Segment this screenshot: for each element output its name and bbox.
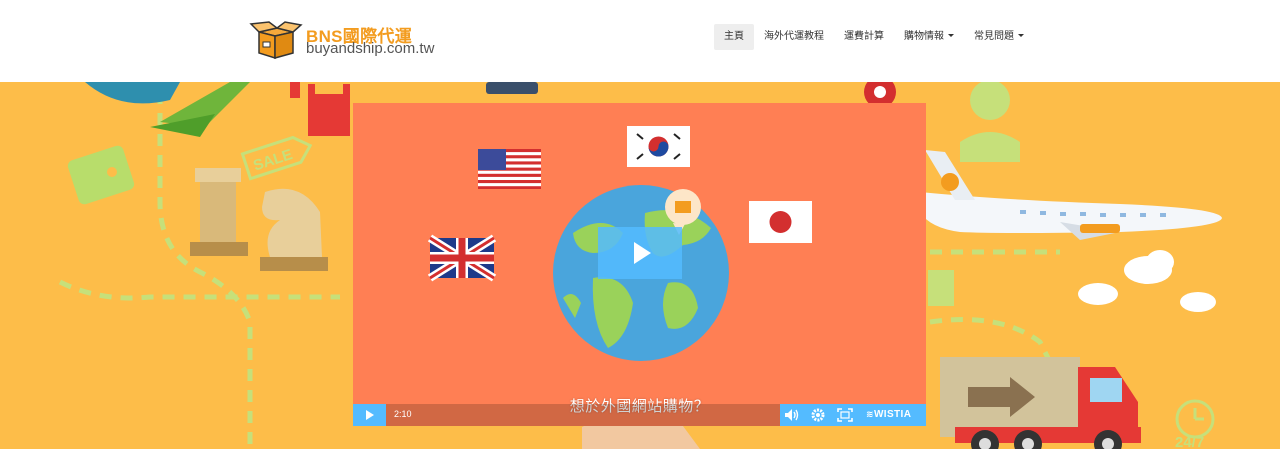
hero-banner: SALE 24/7 想於外國網站購物？ 2:10 ≋WISTIA <box>0 82 1280 449</box>
nav-label: 主頁 <box>724 31 744 42</box>
wistia-label: WISTIA <box>873 409 912 420</box>
uk-flag-icon <box>427 234 497 282</box>
site-logo[interactable]: BNS國際代運 buyandship.com.tw <box>249 18 439 62</box>
nav-label: 海外代運教程 <box>764 31 824 42</box>
video-play-button[interactable] <box>598 227 682 279</box>
volume-icon[interactable] <box>783 407 801 423</box>
nav-item-shipping-calculator[interactable]: 運費計算 <box>834 24 894 50</box>
box-logo-icon <box>249 21 303 60</box>
nav-item-shopping-info[interactable]: 購物情報 <box>894 24 964 50</box>
control-play-button[interactable] <box>353 404 386 426</box>
bag-handle-decor <box>290 82 300 98</box>
gear-icon[interactable] <box>809 407 827 423</box>
japan-flag-icon <box>749 201 812 243</box>
chess-knight-icon <box>260 188 328 271</box>
main-nav: 主頁 海外代運教程 運費計算 購物情報 常見問題 <box>714 24 1034 50</box>
video-player[interactable]: 想於外國網站購物？ 2:10 ≋WISTIA <box>353 103 926 426</box>
video-control-group: ≋WISTIA <box>780 404 926 426</box>
wallet-icon <box>67 145 135 205</box>
arrow-swoosh-icon <box>85 82 250 137</box>
nav-item-home[interactable]: 主頁 <box>714 24 754 50</box>
cloud-icon <box>1078 250 1216 312</box>
phone-icon <box>486 82 538 94</box>
airplane-icon <box>920 150 1222 240</box>
korea-flag-icon <box>627 126 690 167</box>
video-controls: 2:10 ≋WISTIA <box>353 404 926 426</box>
site-header: BNS國際代運 buyandship.com.tw 主頁 海外代運教程 運費計算… <box>0 0 1280 82</box>
nav-label: 常見問題 <box>974 31 1014 42</box>
chevron-down-icon <box>948 34 954 37</box>
bin-icon <box>928 270 954 306</box>
nav-item-tutorial[interactable]: 海外代運教程 <box>754 24 834 50</box>
nav-label: 購物情報 <box>904 31 944 42</box>
video-progress-bar[interactable]: 2:10 <box>386 404 780 426</box>
support-agent-icon <box>960 82 1020 162</box>
delivery-truck-icon <box>940 357 1141 449</box>
chevron-down-icon <box>1018 34 1024 37</box>
nav-label: 運費計算 <box>844 31 884 42</box>
page-bottom-edge <box>0 449 1280 453</box>
svg-text:24/7: 24/7 <box>1175 434 1204 449</box>
usa-flag-icon <box>478 149 541 189</box>
sale-tag-icon: SALE <box>240 135 313 181</box>
clock-icon: 24/7 <box>1175 399 1215 449</box>
shopping-bag-icon <box>308 84 350 136</box>
brand-url: buyandship.com.tw <box>306 40 435 57</box>
wistia-logo[interactable]: ≋WISTIA <box>866 409 911 420</box>
nav-item-faq[interactable]: 常見問題 <box>964 24 1034 50</box>
video-time: 2:10 <box>394 409 412 419</box>
fullscreen-icon[interactable] <box>836 407 854 423</box>
chess-rook-icon <box>190 168 248 256</box>
